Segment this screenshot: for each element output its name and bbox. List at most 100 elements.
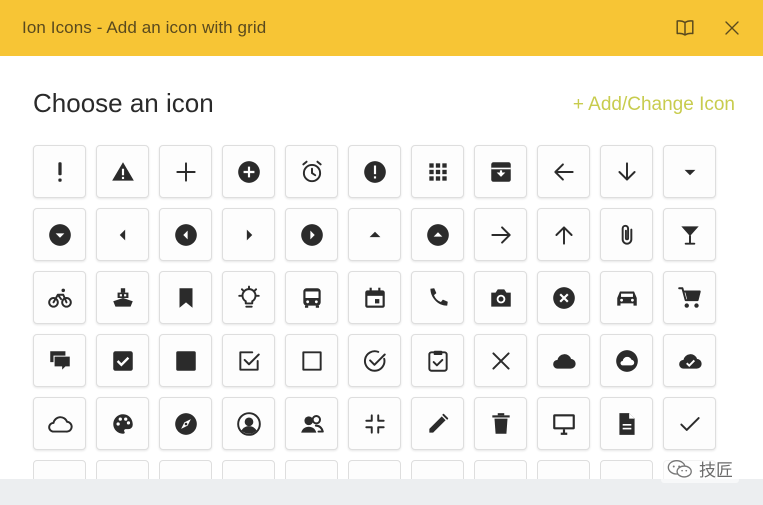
cloud-outline-icon [47, 415, 73, 433]
icon-tile[interactable] [33, 397, 86, 450]
arrow-dropright-icon [246, 229, 252, 240]
icon-tile[interactable] [411, 397, 464, 450]
icon-tile[interactable] [600, 208, 653, 261]
icon-tile[interactable] [663, 334, 716, 387]
icon-tile[interactable] [411, 208, 464, 261]
alert-circle-icon [363, 160, 386, 183]
icon-tile[interactable] [159, 460, 212, 479]
icon-tile[interactable] [474, 460, 527, 479]
boat-icon [112, 287, 133, 307]
bicycle-icon [47, 288, 72, 308]
icon-tile[interactable] [411, 271, 464, 324]
icon-tile[interactable] [96, 460, 149, 479]
icon-tile[interactable] [537, 397, 590, 450]
icon-tile[interactable] [348, 397, 401, 450]
icon-tile[interactable] [348, 145, 401, 198]
icon-tile[interactable] [96, 145, 149, 198]
book-icon[interactable] [672, 15, 698, 41]
icon-tile[interactable] [222, 145, 275, 198]
window-title: Ion Icons - Add an icon with grid [22, 18, 267, 37]
icon-tile[interactable] [537, 145, 590, 198]
add-circle-icon [237, 160, 260, 183]
cloud-circle-icon [615, 349, 638, 372]
checkmark-circle-outline-icon [363, 349, 386, 372]
arrow-dropleft-icon [119, 229, 125, 240]
add-change-icon-link[interactable]: + Add/Change Icon [573, 94, 735, 116]
icon-tile[interactable] [285, 334, 338, 387]
bookmark-icon [179, 287, 192, 308]
icon-tile[interactable] [474, 271, 527, 324]
icon-tile[interactable] [537, 208, 590, 261]
icon-tile[interactable] [474, 334, 527, 387]
arrow-down-icon [617, 161, 636, 181]
icon-tile[interactable] [159, 208, 212, 261]
icon-tile[interactable] [285, 271, 338, 324]
icon-tile[interactable] [411, 334, 464, 387]
apps-icon [428, 162, 447, 181]
icon-tile[interactable] [285, 208, 338, 261]
icon-grid [33, 145, 716, 479]
cocktail-icon [680, 225, 699, 245]
icon-tile[interactable] [348, 460, 401, 479]
icon-tile[interactable] [159, 145, 212, 198]
icon-tile[interactable] [33, 208, 86, 261]
icon-tile[interactable] [159, 397, 212, 450]
icon-tile[interactable] [600, 334, 653, 387]
icon-tile[interactable] [285, 145, 338, 198]
contacts-icon [300, 414, 324, 433]
icon-tile[interactable] [411, 460, 464, 479]
icon-tile[interactable] [537, 271, 590, 324]
icon-tile[interactable] [474, 145, 527, 198]
icon-tile[interactable] [348, 334, 401, 387]
arrow-dropleft-circle-icon [174, 223, 197, 246]
cloud-icon [552, 353, 576, 369]
icon-tile[interactable] [159, 271, 212, 324]
icon-tile[interactable] [474, 397, 527, 450]
icon-tile[interactable] [96, 334, 149, 387]
attach-icon [621, 224, 632, 245]
icon-tile[interactable] [285, 397, 338, 450]
icon-tile[interactable] [96, 397, 149, 450]
icon-tile[interactable] [348, 208, 401, 261]
icon-tile[interactable] [33, 334, 86, 387]
icon-tile[interactable] [600, 145, 653, 198]
icon-tile[interactable] [600, 460, 653, 479]
add-icon [175, 161, 196, 182]
contact-icon [236, 411, 261, 436]
icon-tile[interactable] [33, 145, 86, 198]
icon-tile[interactable] [222, 208, 275, 261]
icon-tile[interactable] [33, 271, 86, 324]
icon-tile[interactable] [285, 460, 338, 479]
icon-tile[interactable] [33, 460, 86, 479]
close-icon[interactable] [719, 15, 745, 41]
icon-tile[interactable] [222, 271, 275, 324]
create-icon [428, 413, 448, 433]
icon-tile[interactable] [600, 397, 653, 450]
icon-tile[interactable] [159, 334, 212, 387]
warning-icon [111, 161, 134, 181]
icon-tile[interactable] [600, 271, 653, 324]
checkbox-outline-icon [238, 350, 260, 371]
car-icon [616, 291, 637, 306]
icon-tile[interactable] [96, 271, 149, 324]
checkbox-icon [112, 350, 133, 371]
compass-icon [174, 412, 197, 435]
arrow-dropdown-icon [684, 169, 695, 175]
icon-tile[interactable] [663, 397, 716, 450]
icon-tile[interactable] [663, 145, 716, 198]
icon-tile[interactable] [537, 334, 590, 387]
icon-tile[interactable] [411, 145, 464, 198]
close-circle-icon [552, 286, 575, 309]
icon-tile[interactable] [222, 397, 275, 450]
arrow-forward-icon [490, 225, 511, 244]
icon-tile[interactable] [96, 208, 149, 261]
icon-tile[interactable] [348, 271, 401, 324]
icon-tile[interactable] [537, 460, 590, 479]
icon-tile[interactable] [663, 208, 716, 261]
icon-tile[interactable] [474, 208, 527, 261]
icon-tile[interactable] [663, 271, 716, 324]
icon-tile[interactable] [222, 460, 275, 479]
checkmark-icon [679, 416, 700, 431]
icon-tile[interactable] [222, 334, 275, 387]
trash-icon [491, 412, 510, 434]
